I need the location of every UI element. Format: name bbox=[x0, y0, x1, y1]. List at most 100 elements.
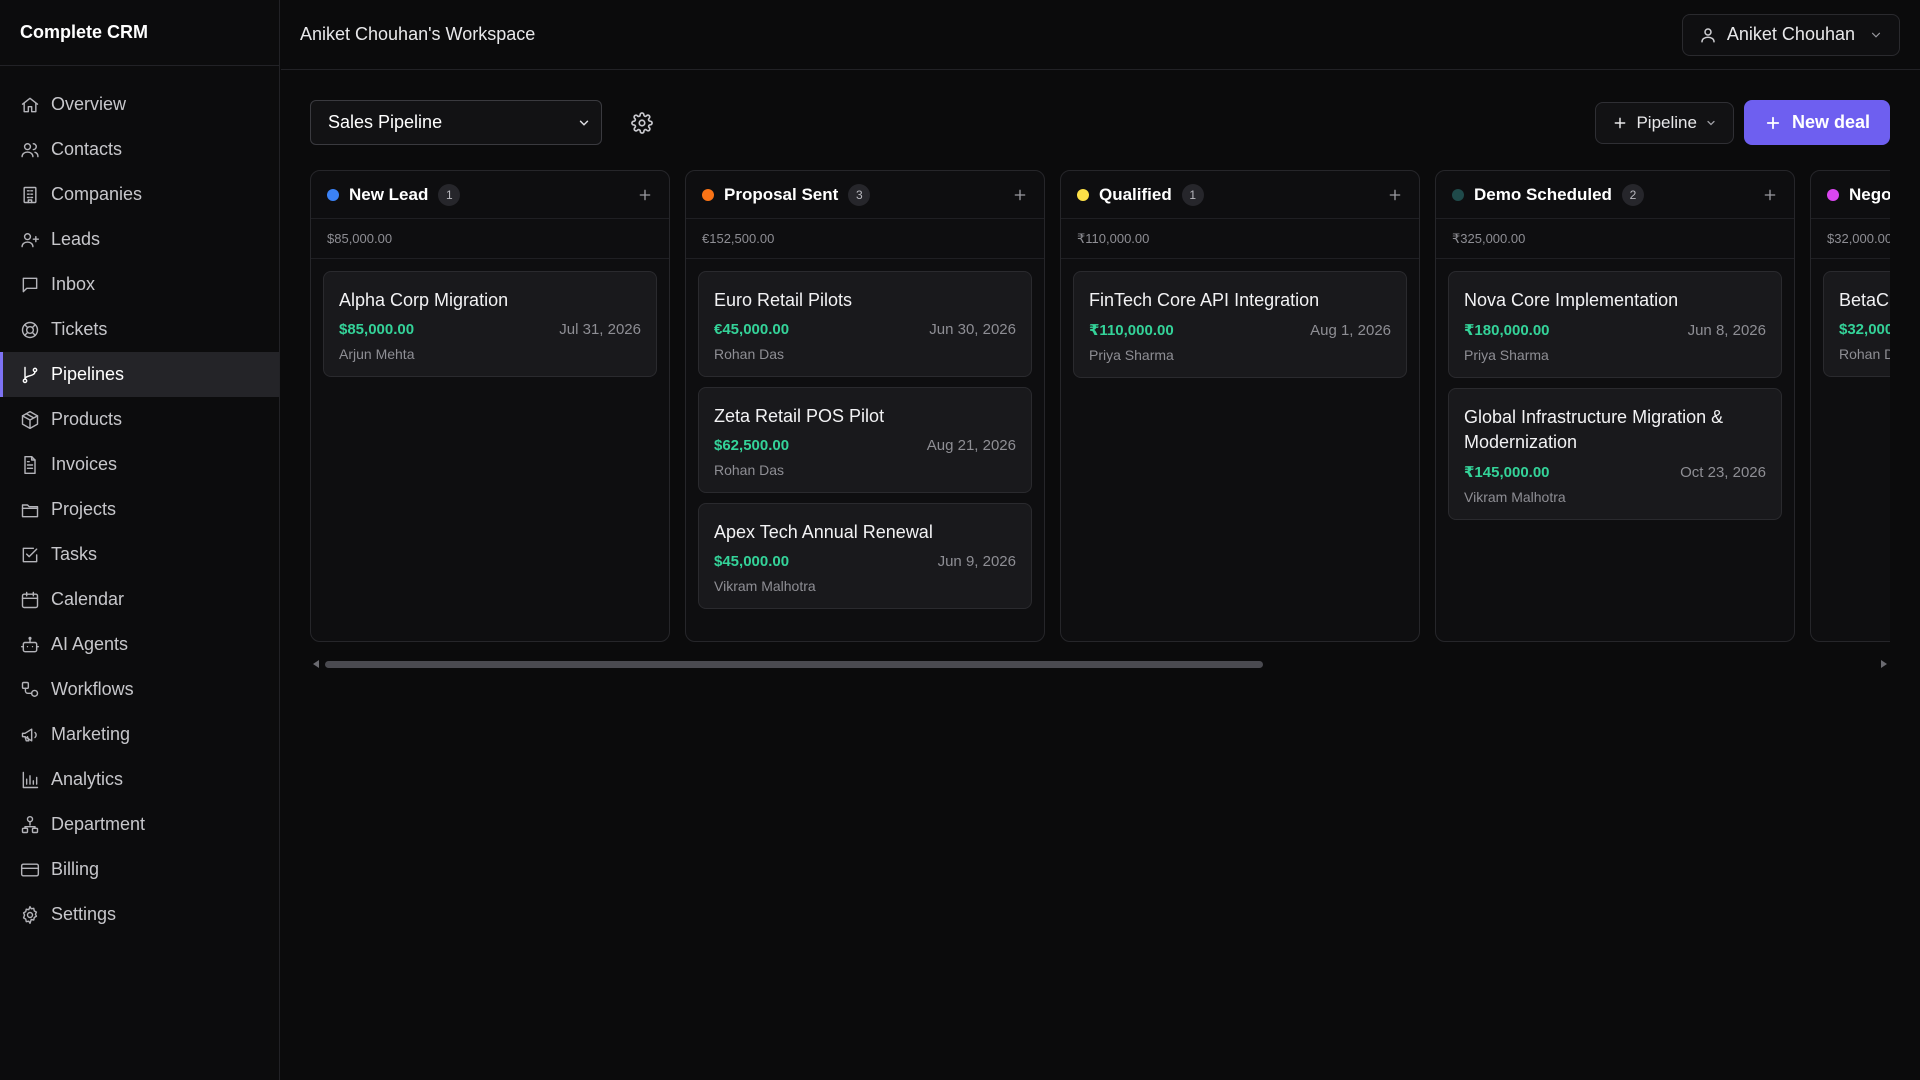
folder-icon bbox=[20, 500, 40, 520]
board-horizontal-scrollbar[interactable] bbox=[310, 656, 1890, 672]
sidebar-item-analytics[interactable]: Analytics bbox=[0, 757, 279, 802]
new-deal-button[interactable]: New deal bbox=[1743, 100, 1890, 145]
column-total: €152,500.00 bbox=[686, 219, 1044, 259]
app-title: Complete CRM bbox=[0, 0, 279, 66]
sidebar-item-projects[interactable]: Projects bbox=[0, 487, 279, 532]
sidebar-item-workflows[interactable]: Workflows bbox=[0, 667, 279, 712]
deal-title: Nova Core Implementation bbox=[1464, 290, 1679, 310]
scroll-left-arrow-icon[interactable] bbox=[313, 660, 319, 668]
deal-owner: Rohan Das bbox=[714, 346, 785, 362]
deal-title: Global Infrastructure Migration & Modern… bbox=[1464, 407, 1724, 452]
deal-owner: Vikram Malhotra bbox=[1464, 489, 1566, 505]
pipeline-toolbar: Sales Pipeline Pipeline New deal bbox=[310, 100, 1890, 145]
column-title: New Lead bbox=[349, 184, 429, 204]
deal-title: Apex Tech Annual Renewal bbox=[714, 522, 933, 542]
stage-color-dot bbox=[1077, 188, 1089, 201]
column-total: ₹110,000.00 bbox=[1061, 219, 1419, 259]
deal-card[interactable]: Apex Tech Annual Renewal $45,000.00 Jun 9,… bbox=[698, 503, 1032, 609]
deal-title: BetaC bbox=[1839, 290, 1890, 310]
sidebar-item-calendar[interactable]: Calendar bbox=[0, 577, 279, 622]
sidebar-item-label: Settings bbox=[51, 904, 117, 924]
deal-owner: Rohan Das bbox=[714, 462, 785, 478]
column-header: Qualified 1 bbox=[1061, 171, 1419, 219]
sidebar-item-invoices[interactable]: Invoices bbox=[0, 442, 279, 487]
add-deal-plus-icon[interactable] bbox=[1387, 187, 1403, 203]
column-header: New Lead 1 bbox=[311, 171, 669, 219]
scroll-right-arrow-icon[interactable] bbox=[1881, 660, 1887, 668]
stage-color-dot bbox=[327, 188, 339, 201]
deal-card[interactable]: FinTech Core API Integration ₹110,000.00 A… bbox=[1073, 271, 1407, 378]
deal-card[interactable]: Global Infrastructure Migration & Modern… bbox=[1448, 388, 1782, 520]
deal-card-list: Nova Core Implementation ₹180,000.00 Jun 8… bbox=[1436, 259, 1794, 520]
sidebar-item-label: Contacts bbox=[51, 139, 123, 159]
sidebar-item-label: Marketing bbox=[51, 724, 131, 744]
column-title: Proposal Sent bbox=[724, 184, 839, 204]
deal-title: Euro Retail Pilots bbox=[714, 290, 853, 310]
check-square-icon bbox=[20, 545, 40, 565]
sidebar-item-pipelines[interactable]: Pipelines bbox=[0, 352, 279, 397]
workflow-icon bbox=[20, 680, 40, 700]
sidebar-item-tickets[interactable]: Tickets bbox=[0, 307, 279, 352]
sidebar-item-label: Pipelines bbox=[51, 364, 125, 384]
sidebar-item-billing[interactable]: Billing bbox=[0, 847, 279, 892]
pipeline-settings-gear-icon[interactable] bbox=[631, 111, 653, 134]
sidebar-item-overview[interactable]: Overview bbox=[0, 82, 279, 127]
pipeline-column-new-lead: New Lead 1 $85,000.00 Alpha Corp Migration $… bbox=[310, 170, 670, 642]
deal-close-date: Jun 8, 2026 bbox=[1687, 322, 1766, 339]
sidebar-item-leads[interactable]: Leads bbox=[0, 217, 279, 262]
deal-amount: ₹180,000.00 bbox=[1464, 322, 1550, 339]
plus-icon bbox=[1764, 114, 1782, 132]
add-deal-plus-icon[interactable] bbox=[1762, 187, 1778, 203]
sidebar-item-label: Workflows bbox=[51, 679, 134, 699]
deal-amount: $45,000.00 bbox=[714, 553, 790, 570]
pipeline-column-demo-scheduled: Demo Scheduled 2 ₹325,000.00 Nova Core Impl… bbox=[1435, 170, 1795, 642]
deal-owner: Priya Sharma bbox=[1464, 347, 1549, 363]
user-menu-button[interactable]: Aniket Chouhan bbox=[1681, 13, 1900, 56]
megaphone-icon bbox=[20, 725, 40, 745]
add-deal-plus-icon[interactable] bbox=[1012, 187, 1028, 203]
deal-owner: Rohan D bbox=[1839, 346, 1890, 362]
file-text-icon bbox=[20, 455, 40, 475]
sidebar-item-label: Projects bbox=[51, 499, 117, 519]
deal-card[interactable]: Nova Core Implementation ₹180,000.00 Jun 8… bbox=[1448, 271, 1782, 378]
bot-icon bbox=[20, 635, 40, 655]
bar-chart-icon bbox=[20, 770, 40, 790]
message-icon bbox=[20, 275, 40, 295]
sidebar-item-label: Calendar bbox=[51, 589, 125, 609]
sidebar-item-inbox[interactable]: Inbox bbox=[0, 262, 279, 307]
deal-card[interactable]: BetaC $32,000 Rohan D bbox=[1823, 271, 1890, 377]
sidebar-item-contacts[interactable]: Contacts bbox=[0, 127, 279, 172]
column-header: Demo Scheduled 2 bbox=[1436, 171, 1794, 219]
network-icon bbox=[20, 815, 40, 835]
pipeline-select[interactable]: Sales Pipeline bbox=[310, 100, 602, 145]
top-bar: Aniket Chouhan's Workspace Aniket Chouha… bbox=[281, 0, 1920, 70]
column-total: ₹325,000.00 bbox=[1436, 219, 1794, 259]
add-pipeline-button[interactable]: Pipeline bbox=[1595, 101, 1734, 144]
sidebar-item-ai-agents[interactable]: AI Agents bbox=[0, 622, 279, 667]
deal-card[interactable]: Alpha Corp Migration $85,000.00 Jul 31, 20… bbox=[323, 271, 657, 377]
sidebar-item-label: Billing bbox=[51, 859, 100, 879]
lifebuoy-icon bbox=[20, 320, 40, 340]
sidebar-item-companies[interactable]: Companies bbox=[0, 172, 279, 217]
deal-owner: Priya Sharma bbox=[1089, 347, 1174, 363]
column-count-badge: 1 bbox=[1181, 183, 1204, 206]
deal-card[interactable]: Zeta Retail POS Pilot $62,500.00 Aug 21, 2… bbox=[698, 387, 1032, 493]
add-deal-plus-icon[interactable] bbox=[637, 187, 653, 203]
add-pipeline-label: Pipeline bbox=[1636, 112, 1697, 132]
deal-card[interactable]: Euro Retail Pilots €45,000.00 Jun 30, 2026… bbox=[698, 271, 1032, 377]
sidebar-item-marketing[interactable]: Marketing bbox=[0, 712, 279, 757]
deal-card-list: FinTech Core API Integration ₹110,000.00 A… bbox=[1061, 259, 1419, 378]
column-count-badge: 3 bbox=[848, 183, 871, 206]
deal-close-date: Jun 30, 2026 bbox=[929, 321, 1016, 338]
scrollbar-thumb[interactable] bbox=[325, 661, 1263, 668]
column-header: Proposal Sent 3 bbox=[686, 171, 1044, 219]
stage-color-dot bbox=[1827, 188, 1839, 201]
plus-icon bbox=[1612, 115, 1628, 131]
user-icon bbox=[1699, 26, 1717, 44]
deal-card-list: BetaC $32,000 Rohan D bbox=[1811, 259, 1890, 377]
sidebar-item-tasks[interactable]: Tasks bbox=[0, 532, 279, 577]
pipeline-column-nego: Nego $32,000.00 BetaC $32,000 Rohan D bbox=[1810, 170, 1890, 642]
sidebar-item-settings[interactable]: Settings bbox=[0, 892, 279, 937]
sidebar-item-products[interactable]: Products bbox=[0, 397, 279, 442]
sidebar-item-department[interactable]: Department bbox=[0, 802, 279, 847]
